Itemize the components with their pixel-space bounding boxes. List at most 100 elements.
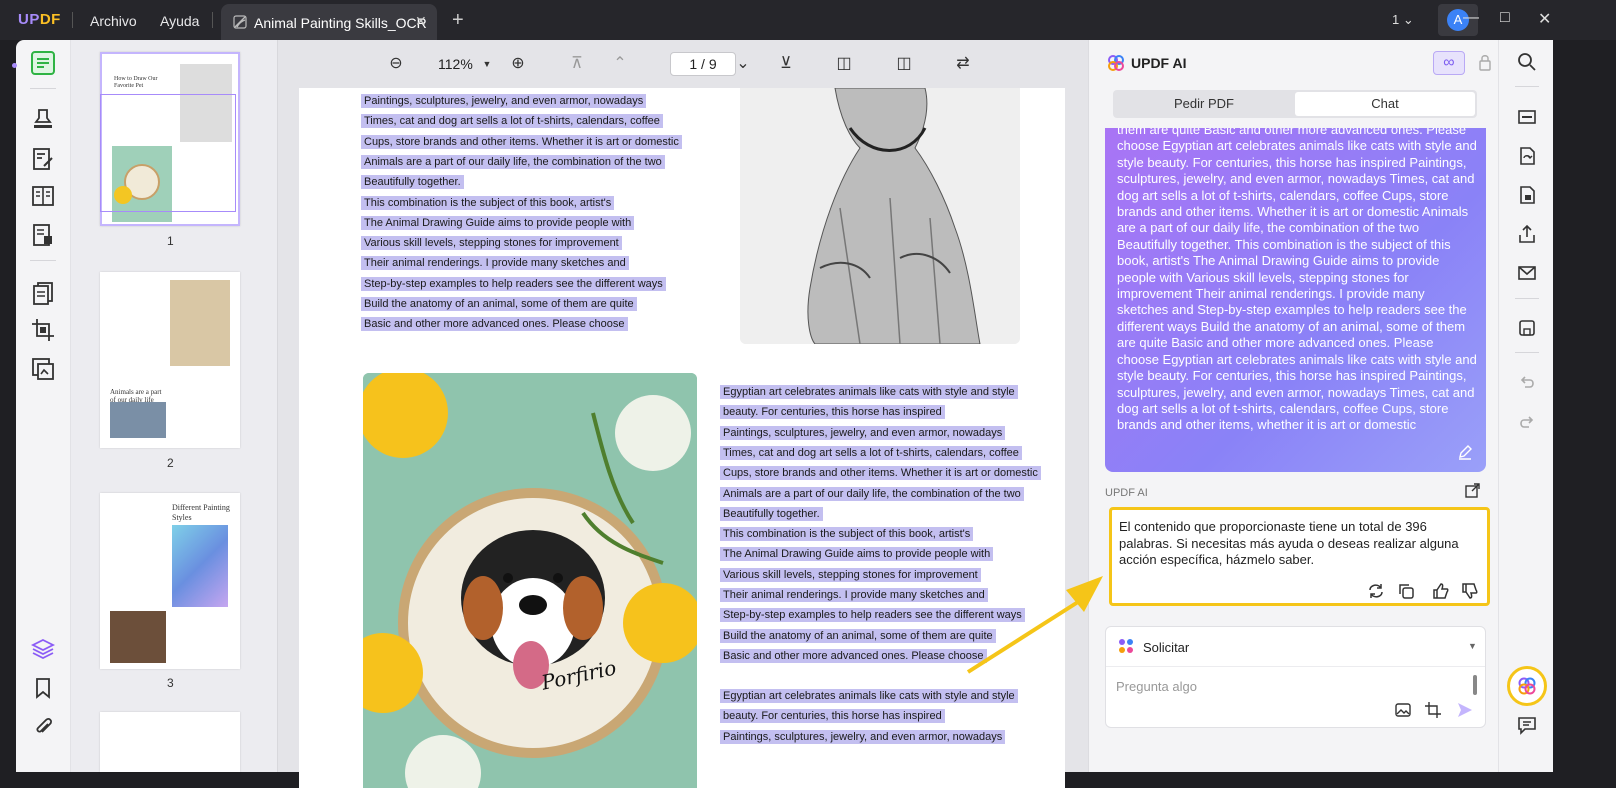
highlighted-text-line[interactable]: Cups, store brands and other items. Whet… [361, 134, 682, 149]
highlighted-text-line[interactable]: Animals are a part of our daily life, th… [720, 486, 1024, 501]
first-page-icon[interactable]: ⊼ [568, 55, 586, 73]
highlighted-text-line[interactable]: Paintings, sculptures, jewelry, and even… [361, 94, 647, 108]
highlighted-text-line[interactable]: beauty. For centuries, this horse has in… [720, 405, 945, 420]
highlighted-text-line[interactable]: Basic and other more advanced ones. Plea… [720, 648, 987, 663]
tab-chat[interactable]: Chat [1295, 92, 1475, 116]
reader-mode-icon[interactable] [30, 50, 56, 76]
divider [72, 12, 73, 28]
undo-icon[interactable] [1517, 372, 1537, 392]
highlighted-text-line[interactable]: Beautifully together. [720, 506, 823, 521]
thumbnail-panel: How to Draw Our Favorite Pet 1 Animals a… [71, 40, 278, 772]
ai-mode-tabs: Pedir PDF Chat [1113, 90, 1477, 118]
attachment-icon[interactable] [30, 714, 56, 740]
open-external-icon[interactable] [1464, 483, 1480, 499]
crop-icon[interactable] [30, 317, 56, 343]
comment-icon[interactable] [1517, 715, 1537, 735]
highlighted-text-line[interactable]: Step-by-step examples to help readers se… [361, 276, 666, 291]
protect-icon[interactable] [1517, 185, 1537, 205]
ocr-icon[interactable] [1517, 107, 1537, 127]
dog-sketch-image [740, 88, 1020, 344]
prompt-mode-select[interactable]: Solicitar [1143, 640, 1189, 655]
highlighted-text-line[interactable]: Times, cat and dog art sells a lot of t-… [361, 114, 663, 129]
highlighted-text-line[interactable]: Step-by-step examples to help readers se… [720, 608, 1025, 623]
next-page-icon[interactable]: ⌄ [734, 55, 752, 73]
highlighted-text-line[interactable]: The Animal Drawing Guide aims to provide… [361, 215, 635, 230]
page-number-input[interactable]: 1 / 9 [670, 52, 736, 76]
redo-icon[interactable] [1517, 412, 1537, 432]
infinity-icon[interactable]: ∞ [1433, 51, 1465, 75]
page-tools-icon[interactable] [30, 356, 56, 382]
form-icon[interactable] [30, 183, 56, 209]
edit-pdf-icon[interactable] [30, 146, 56, 172]
close-window-button[interactable]: ✕ [1538, 9, 1551, 29]
highlighted-text-line[interactable]: Animals are a part of our daily life, th… [361, 154, 665, 169]
bookmark-icon[interactable] [30, 675, 56, 701]
highlighted-text-line[interactable]: This combination is the subject of this … [361, 195, 615, 210]
minimize-button[interactable]: — [1463, 9, 1479, 27]
screenshot-crop-icon[interactable] [1424, 701, 1442, 719]
close-tab-icon[interactable]: ✕ [415, 13, 427, 30]
highlighted-text-line[interactable]: Cups, store brands and other items. Whet… [720, 466, 1041, 481]
fill-sign-icon[interactable] [30, 222, 56, 248]
highlighted-text-line[interactable]: Basic and other more advanced ones. Plea… [361, 317, 628, 332]
highlighted-text-line[interactable]: Egyptian art celebrates animals like cat… [720, 385, 1018, 399]
pdf-page[interactable]: Paintings, sculptures, jewelry, and even… [299, 88, 1065, 788]
organize-pages-icon[interactable] [30, 280, 56, 306]
window-count[interactable]: 1 ⌄ [1392, 12, 1414, 28]
translate-icon[interactable]: ⇄ [954, 55, 972, 73]
highlighted-text-line[interactable]: Paintings, sculptures, jewelry, and even… [720, 425, 1006, 440]
menu-archivo[interactable]: Archivo [90, 13, 137, 29]
share-icon[interactable] [1517, 224, 1537, 244]
lock-icon[interactable] [1479, 53, 1491, 71]
maximize-button[interactable]: □ [1500, 9, 1510, 27]
layers-icon[interactable] [30, 636, 56, 662]
thumbs-up-icon[interactable] [1432, 582, 1450, 600]
status-dot [12, 63, 17, 68]
highlighted-text-line[interactable]: Times, cat and dog art sells a lot of t-… [720, 445, 1022, 460]
page-thumbnail-2[interactable]: Animals are a part of our daily life [100, 272, 240, 448]
copy-icon[interactable] [1397, 582, 1415, 600]
tab-pedir-pdf[interactable]: Pedir PDF [1115, 92, 1293, 116]
edit-icon[interactable] [1457, 444, 1473, 460]
new-tab-button[interactable]: + [452, 9, 464, 32]
page-thumbnail-4[interactable] [100, 712, 240, 772]
page-thumbnail-1[interactable]: How to Draw Our Favorite Pet [100, 52, 240, 226]
highlighted-text-line[interactable]: Build the anatomy of an animal, some of … [361, 297, 637, 311]
brushes-thumb [170, 280, 230, 366]
dropdown-arrow-icon[interactable]: ▼ [1468, 641, 1477, 651]
page-thumbnail-3[interactable]: Different Painting Styles [100, 493, 240, 669]
last-page-icon[interactable]: ⊻ [777, 55, 795, 73]
highlighted-text-line[interactable]: Various skill levels, stepping stones fo… [720, 567, 981, 582]
save-icon[interactable] [1517, 318, 1537, 338]
highlighted-text-line[interactable]: Various skill levels, stepping stones fo… [361, 236, 622, 251]
convert-icon[interactable] [1517, 146, 1537, 166]
highlighted-text-line[interactable]: Beautifully together. [361, 175, 464, 190]
menu-ayuda[interactable]: Ayuda [160, 13, 199, 29]
highlighted-text-line[interactable]: Build the anatomy of an animal, some of … [720, 628, 996, 643]
highlighted-text-line[interactable]: The Animal Drawing Guide aims to provide… [720, 547, 994, 562]
prompt-input[interactable] [1116, 674, 1466, 698]
regenerate-icon[interactable] [1367, 582, 1385, 600]
document-tab[interactable]: Animal Painting Skills_OCR ✕ [221, 4, 437, 40]
highlighted-text-line[interactable]: beauty. For centuries, this horse has in… [720, 709, 945, 724]
image-upload-icon[interactable] [1394, 701, 1412, 719]
highlighted-text-line[interactable]: Their animal renderings. I provide many … [361, 256, 629, 271]
scrollbar[interactable] [1473, 675, 1477, 695]
zoom-level[interactable]: 112% [438, 56, 473, 72]
thumbs-down-icon[interactable] [1461, 582, 1479, 600]
highlight-comment-icon[interactable] [30, 106, 56, 132]
page-layout-icon[interactable]: ◫ [895, 55, 913, 73]
zoom-dropdown-icon[interactable]: ▼ [478, 55, 496, 73]
highlighted-text-line[interactable]: This combination is the subject of this … [720, 527, 974, 542]
email-icon[interactable] [1517, 263, 1537, 283]
highlighted-text-line[interactable]: Egyptian art celebrates animals like cat… [720, 689, 1018, 703]
zoom-in-icon[interactable]: ⊕ [509, 55, 527, 73]
presentation-icon[interactable]: ◫ [835, 55, 853, 73]
zoom-out-icon[interactable]: ⊖ [387, 55, 405, 73]
previous-page-icon[interactable]: ⌃ [611, 55, 629, 73]
updf-ai-button[interactable] [1507, 666, 1547, 706]
send-icon[interactable] [1456, 701, 1474, 719]
highlighted-text-line[interactable]: Paintings, sculptures, jewelry, and even… [720, 729, 1006, 744]
search-icon[interactable] [1517, 52, 1537, 72]
highlighted-text-line[interactable]: Their animal renderings. I provide many … [720, 588, 988, 602]
